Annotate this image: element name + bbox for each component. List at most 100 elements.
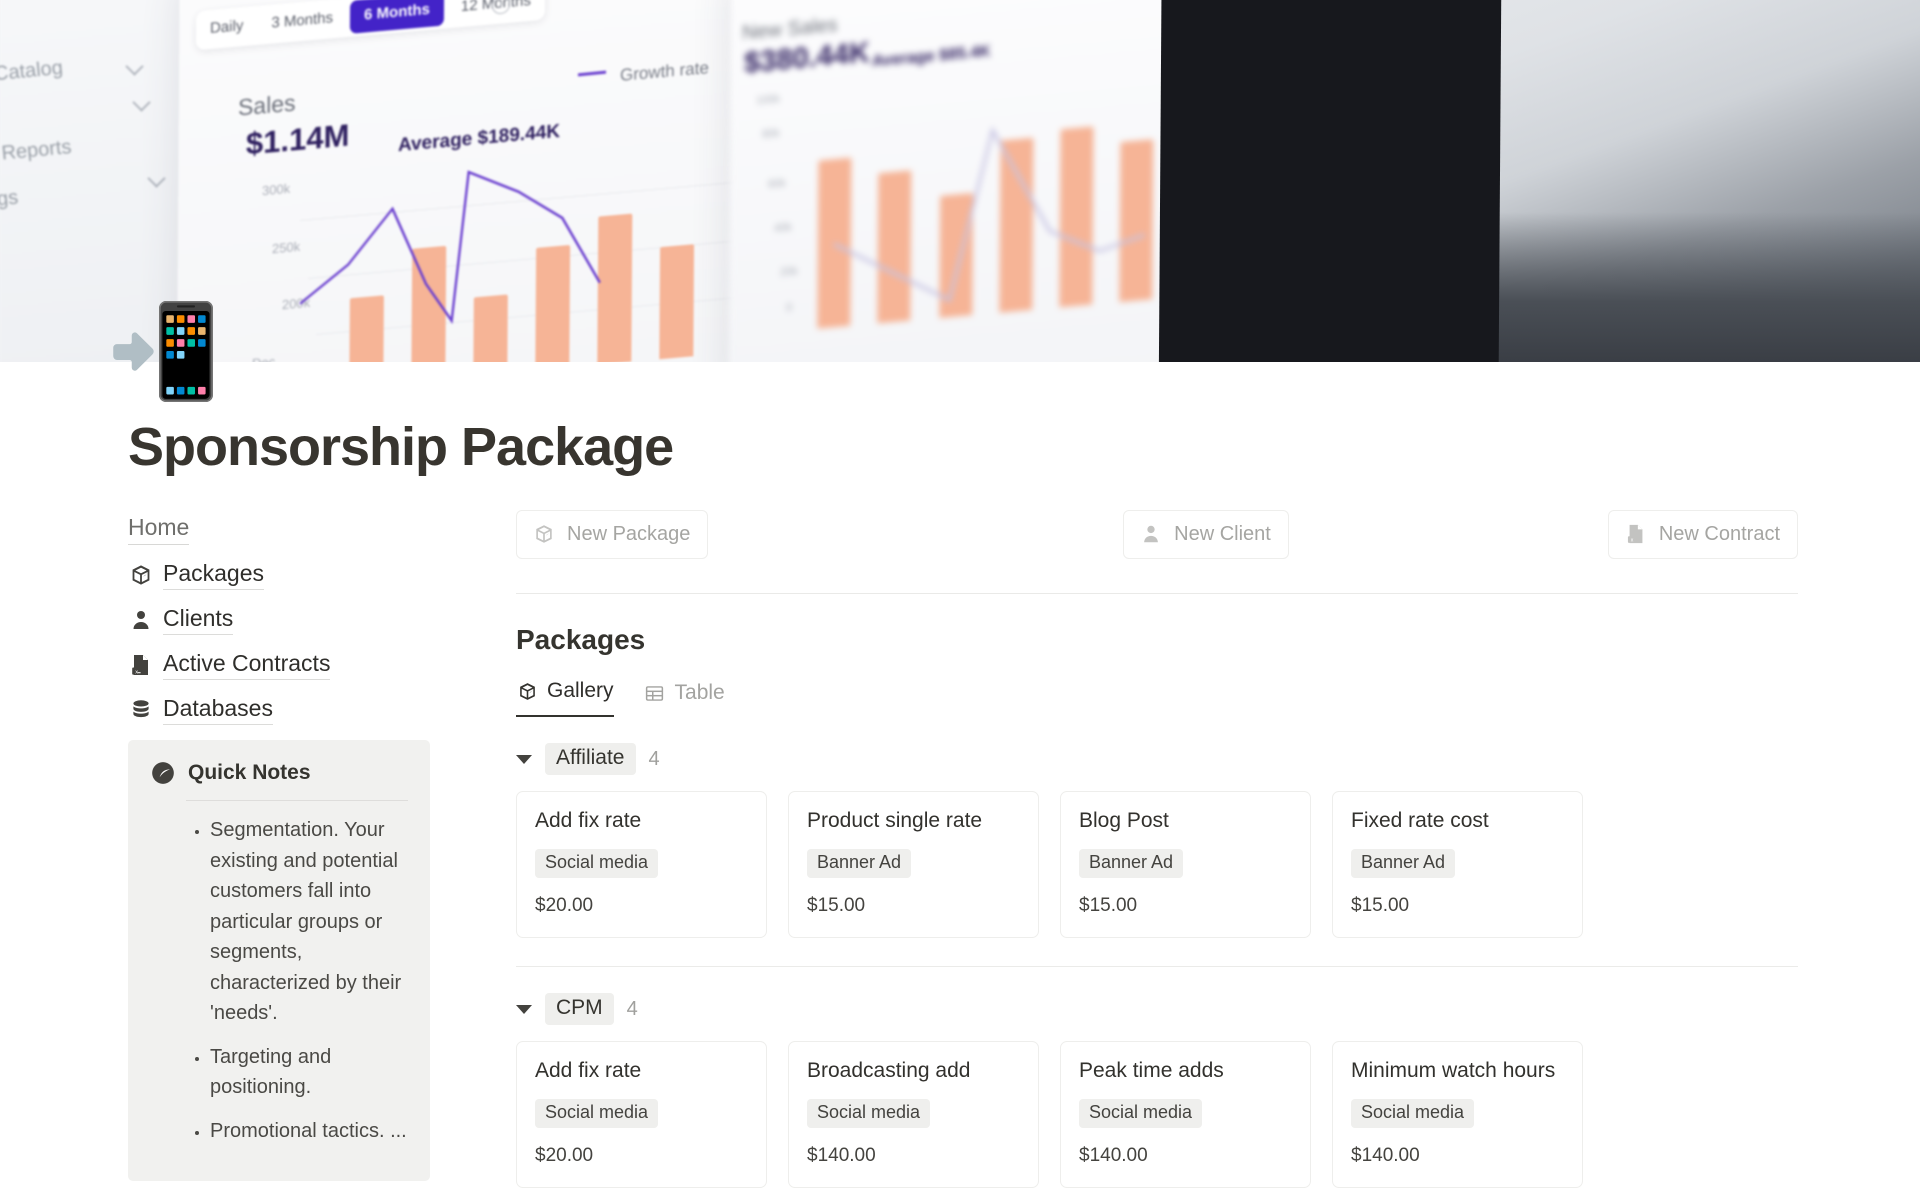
quick-notes-panel: Quick Notes Segmentation. Your existing … [128,740,430,1181]
package-icon [128,562,154,588]
sidebar-item-clients-label: Clients [163,605,234,635]
quick-notes-list: Segmentation. Your existing and potentia… [150,815,408,1146]
photo-range-3-months: 3 Months [271,9,334,32]
photo-sales-card-title: Sales [237,89,296,121]
package-card-title: Broadcasting add [807,1059,971,1082]
chevron-down-icon[interactable] [516,1004,532,1014]
photo-new-sales-ytick-3: 40k [773,221,792,235]
cover-photo-right-fade [1260,0,1920,362]
group-count-label: 4 [648,747,660,770]
package-card-price: $20.00 [535,895,594,916]
package-card-tag: Banner Ad [807,849,912,878]
sidebar-item-active-contracts[interactable]: x Active Contracts [128,650,438,680]
quick-notes-header: Quick Notes [150,760,408,786]
action-button-bar: New Package New Client x New Contract [516,510,1798,559]
tab-table-label: Table [674,681,725,704]
new-contract-button-label: New Contract [1658,522,1780,545]
package-card-title: Minimum watch hours [1351,1059,1556,1082]
page-icon-mobile-phone-with-arrow-icon[interactable]: 📲 [104,292,224,412]
package-card-tag: Banner Ad [1079,849,1184,878]
svg-text:x: x [1631,538,1634,544]
package-card[interactable]: Product single rate Banner Ad $15.00 [788,791,1039,938]
list-item: Promotional tactics. ... [210,1116,408,1147]
photo-new-sales-ytick-1: 80k [761,127,780,141]
list-item: Targeting and positioning. [210,1042,408,1103]
photo-new-sales-ytick-5: 0 [785,301,793,315]
photo-sales-ytick-0: 300k [261,180,291,199]
package-card-title: Product single rate [807,809,983,832]
package-card-tag: Social media [535,849,659,878]
new-package-button[interactable]: New Package [516,510,709,559]
sidebar-item-clients[interactable]: Clients [128,605,438,635]
package-group-cpm: CPM 4 Add fix rate Social media $20.00 B… [516,993,1798,1199]
package-card-price: $15.00 [1079,895,1138,916]
package-card[interactable]: Add fix rate Social media $20.00 [516,791,767,938]
package-icon [531,521,557,547]
package-card-price: $15.00 [807,895,866,916]
photo-new-sales-ytick-4: 20k [779,265,798,279]
page-body: Sponsorship Package Home Packages Client… [0,362,1920,1199]
tab-gallery-label: Gallery [547,679,614,702]
action-slot-new-package: New Package [516,510,976,559]
package-card-price: $15.00 [1351,895,1410,916]
package-icon [516,678,538,704]
package-card-price: $140.00 [1079,1145,1148,1166]
new-contract-button[interactable]: x New Contract [1607,510,1798,559]
package-card[interactable]: Add fix rate Social media $20.00 [516,1041,767,1188]
new-client-button[interactable]: New Client [1123,510,1289,559]
photo-range-6-months: 6 Months [349,0,445,34]
photo-sidebar-item-2: ngs [0,186,20,212]
new-package-button-label: New Package [567,522,691,545]
package-card[interactable]: Peak time adds Social media $140.00 [1060,1041,1311,1188]
person-icon [128,607,154,633]
group-name-label: CPM [545,993,614,1025]
sidebar-item-home[interactable]: Home [128,514,190,545]
group-header: Affiliate 4 [516,743,1798,775]
group-cards: Add fix rate Social media $20.00 Product… [516,791,1798,938]
tab-gallery[interactable]: Gallery [516,678,614,717]
package-card-title: Add fix rate [535,809,642,832]
action-bar-divider [516,593,1798,594]
left-column: Home Packages Clients x Active Contracts… [128,502,438,1181]
chevron-down-icon[interactable] [516,754,532,764]
photo-sales-xtick-last: Dec [252,354,275,362]
section-title-packages: Packages [516,624,646,655]
package-card[interactable]: Broadcasting add Social media $140.00 [788,1041,1039,1188]
package-group-affiliate: Affiliate 4 Add fix rate Social media $2… [516,743,1798,967]
contract-document-icon: x [1623,521,1649,547]
sidebar-item-databases[interactable]: Databases [128,695,438,725]
photo-sales-ytick-1: 250k [271,238,301,257]
group-divider [516,966,1798,967]
quick-notes-title: Quick Notes [188,761,311,784]
main-column: New Package New Client x New Contract Pa… [438,502,1920,1199]
package-card[interactable]: Minimum watch hours Social media $140.00 [1332,1041,1583,1188]
package-card[interactable]: Fixed rate cost Banner Ad $15.00 [1332,791,1583,938]
package-card[interactable]: Blog Post Banner Ad $15.00 [1060,791,1311,938]
package-card-price: $140.00 [807,1145,876,1166]
group-cards: Add fix rate Social media $20.00 Broadca… [516,1041,1798,1188]
group-header: CPM 4 [516,993,1798,1025]
sidebar-item-packages[interactable]: Packages [128,560,438,590]
sidebar-item-active-contracts-label: Active Contracts [163,650,331,680]
package-card-title: Add fix rate [535,1059,642,1082]
list-item: Segmentation. Your existing and potentia… [210,815,408,1029]
action-slot-new-contract: x New Contract [1436,510,1798,559]
package-card-tag: Social media [535,1099,659,1128]
photo-new-sales-ytick-2: 60k [767,177,786,191]
tab-table[interactable]: Table [644,680,725,717]
contract-document-icon: x [128,652,154,678]
person-icon [1138,521,1164,547]
photo-range-daily: Daily [209,17,244,38]
package-card-title: Fixed rate cost [1351,809,1489,832]
package-card-tag: Social media [1351,1099,1475,1128]
page-columns: Home Packages Clients x Active Contracts… [128,502,1920,1199]
package-card-tag: Social media [1079,1099,1203,1128]
action-slot-new-client: New Client [976,510,1436,559]
sidebar-item-databases-label: Databases [163,695,273,725]
database-icon [128,697,154,723]
package-card-price: $20.00 [535,1145,594,1166]
package-card-title: Peak time adds [1079,1059,1224,1082]
package-card-tag: Social media [807,1099,931,1128]
page-title: Sponsorship Package [128,417,674,477]
view-tabs: Gallery Table [516,678,1798,717]
